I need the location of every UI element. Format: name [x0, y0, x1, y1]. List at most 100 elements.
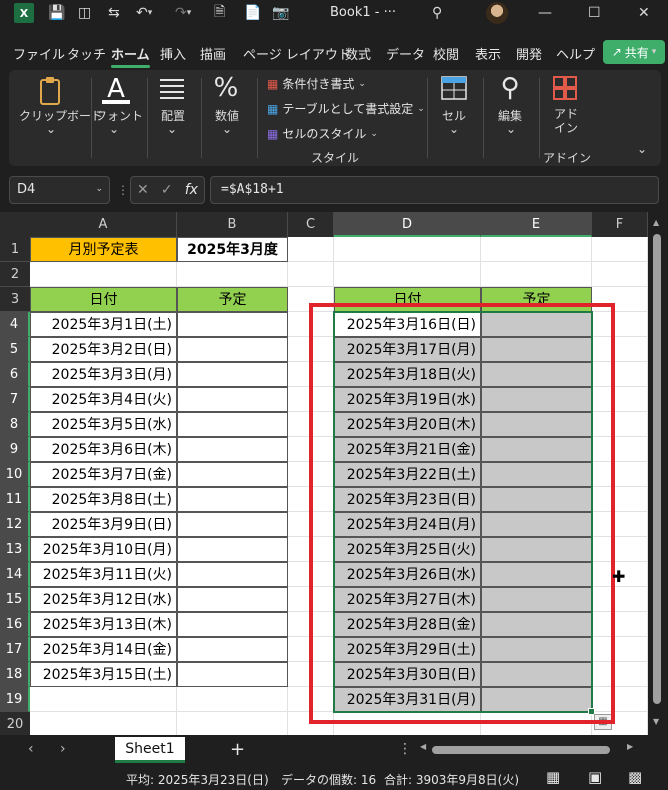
autosave-icon[interactable]: ◫: [78, 3, 91, 23]
row-header-13[interactable]: 13: [0, 537, 30, 562]
scroll-up-icon[interactable]: ▲: [653, 218, 659, 227]
cell-a4[interactable]: 2025年3月1日(土): [30, 312, 177, 337]
cell-a13[interactable]: 2025年3月10日(月): [30, 537, 177, 562]
tab-file[interactable]: ファイル: [13, 44, 65, 63]
row-header-5[interactable]: 5: [0, 337, 30, 362]
vertical-scrollbar[interactable]: ▲ ▼: [648, 212, 668, 735]
tab-touch[interactable]: タッチ: [67, 44, 106, 63]
row-header-9[interactable]: 9: [0, 437, 30, 462]
scroll-down-icon[interactable]: ▼: [653, 717, 659, 726]
column-header-f[interactable]: F: [592, 212, 648, 237]
cell-a8[interactable]: 2025年3月5日(水): [30, 412, 177, 437]
conditional-format-button[interactable]: ▦ 条件付き書式 ⌄: [267, 75, 366, 92]
cell-a7[interactable]: 2025年3月4日(火): [30, 387, 177, 412]
percent-icon[interactable]: %: [211, 72, 241, 104]
status-count[interactable]: データの個数: 16: [281, 771, 376, 788]
column-header-b[interactable]: B: [177, 212, 288, 237]
print-preview-icon[interactable]: 🗎: [214, 3, 225, 23]
cell-a17[interactable]: 2025年3月14日(金): [30, 637, 177, 662]
camera-icon[interactable]: 📷: [272, 3, 289, 23]
cell-b12[interactable]: [177, 512, 288, 537]
cell-b15[interactable]: [177, 587, 288, 612]
cell-a11[interactable]: 2025年3月8日(土): [30, 487, 177, 512]
row-header-7[interactable]: 7: [0, 387, 30, 412]
tab-insert[interactable]: 挿入: [160, 44, 186, 63]
cell-style-button[interactable]: ▦ セルのスタイル ⌄: [267, 125, 378, 142]
cell-b8[interactable]: [177, 412, 288, 437]
cell-b17[interactable]: [177, 637, 288, 662]
save-icon[interactable]: 💾: [48, 3, 65, 23]
row-header-6[interactable]: 6: [0, 362, 30, 387]
file-icon[interactable]: 📄: [244, 3, 261, 23]
more-icon[interactable]: ⋮: [398, 741, 412, 757]
cell-a14[interactable]: 2025年3月11日(火): [30, 562, 177, 587]
next-sheet-icon[interactable]: ›: [60, 741, 66, 757]
cell-b13[interactable]: [177, 537, 288, 562]
cell-area[interactable]: 月別予定表 2025年3月度 日付 予定 日付 予定 2025年3月1日(土) 2025年3月…: [30, 237, 648, 735]
cell-b18[interactable]: [177, 662, 288, 687]
row-header-16[interactable]: 16: [0, 612, 30, 637]
close-icon[interactable]: ✕: [638, 3, 650, 23]
tab-review[interactable]: 校閲: [433, 44, 459, 63]
row-header-10[interactable]: 10: [0, 462, 30, 487]
tab-page-layout[interactable]: ページ レイアウト: [243, 44, 351, 63]
tab-formulas[interactable]: 数式: [345, 44, 371, 63]
cell-a18[interactable]: 2025年3月15日(土): [30, 662, 177, 687]
cell-b9[interactable]: [177, 437, 288, 462]
scroll-left-icon[interactable]: ◀: [420, 742, 426, 751]
more-icon[interactable]: ⋮: [117, 183, 129, 197]
ribbon-collapse-icon[interactable]: ⌄: [637, 142, 647, 156]
undo-icon[interactable]: ↶ ▾: [136, 3, 152, 23]
page-layout-icon[interactable]: ▣: [588, 768, 602, 786]
vertical-scroll-thumb[interactable]: [653, 234, 661, 704]
tab-data[interactable]: データ: [386, 44, 425, 63]
align-icon[interactable]: [157, 74, 187, 102]
cell-a1[interactable]: 月別予定表: [30, 237, 177, 262]
tab-help[interactable]: ヘルプ: [556, 44, 595, 63]
row-header-11[interactable]: 11: [0, 487, 30, 512]
cell-b4[interactable]: [177, 312, 288, 337]
tab-developer[interactable]: 開発: [516, 44, 542, 63]
cell-b3[interactable]: 予定: [177, 287, 288, 312]
avatar[interactable]: [486, 2, 508, 24]
row-header-4[interactable]: 4: [0, 312, 30, 337]
normal-view-icon[interactable]: ▦: [546, 768, 560, 786]
row-header-15[interactable]: 15: [0, 587, 30, 612]
redo-icon[interactable]: ↷ ▾: [175, 3, 191, 23]
cell-a5[interactable]: 2025年3月2日(日): [30, 337, 177, 362]
cell-a12[interactable]: 2025年3月9日(日): [30, 512, 177, 537]
cell-a3[interactable]: 日付: [30, 287, 177, 312]
scroll-right-icon[interactable]: ▶: [627, 742, 633, 751]
cell-b14[interactable]: [177, 562, 288, 587]
switch-icon[interactable]: ⇆: [108, 3, 120, 23]
horizontal-scrollbar[interactable]: ◀ ▶: [420, 742, 635, 755]
cell-b7[interactable]: [177, 387, 288, 412]
horizontal-scroll-thumb[interactable]: [432, 746, 610, 754]
tab-view[interactable]: 表示: [475, 44, 501, 63]
column-header-c[interactable]: C: [288, 212, 334, 237]
tab-home[interactable]: ホーム: [111, 44, 150, 68]
row-header-20[interactable]: 20: [0, 712, 30, 735]
status-sum[interactable]: 合計: 3903年9月8日(火): [384, 771, 519, 788]
addin-icon[interactable]: [551, 74, 579, 102]
cell-b6[interactable]: [177, 362, 288, 387]
column-header-a[interactable]: A: [30, 212, 177, 237]
page-break-icon[interactable]: ▩: [628, 768, 642, 786]
clipboard-icon[interactable]: [37, 74, 63, 106]
cell-a10[interactable]: 2025年3月7日(金): [30, 462, 177, 487]
cell-a15[interactable]: 2025年3月12日(水): [30, 587, 177, 612]
row-header-1[interactable]: 1: [0, 237, 30, 262]
worksheet-grid[interactable]: A B C D E F 1 2 3 4 5 6 7 8 9 10 11 12 13 14 15 16 17 18 1…: [0, 212, 648, 735]
row-header-12[interactable]: 12: [0, 512, 30, 537]
add-sheet-button[interactable]: +: [230, 739, 245, 760]
chevron-down-icon[interactable]: ⌄: [95, 184, 103, 194]
minimize-icon[interactable]: —: [538, 3, 552, 23]
cell-b16[interactable]: [177, 612, 288, 637]
formula-input[interactable]: =$A$18+1: [210, 176, 659, 204]
insert-function-icon[interactable]: fx: [185, 182, 198, 198]
row-header-2[interactable]: 2: [0, 262, 30, 287]
share-button[interactable]: ↗ 共有 ▾: [603, 40, 665, 64]
row-header-3[interactable]: 3: [0, 287, 30, 312]
cell-a9[interactable]: 2025年3月6日(木): [30, 437, 177, 462]
sheet-tab-sheet1[interactable]: Sheet1: [115, 737, 185, 763]
